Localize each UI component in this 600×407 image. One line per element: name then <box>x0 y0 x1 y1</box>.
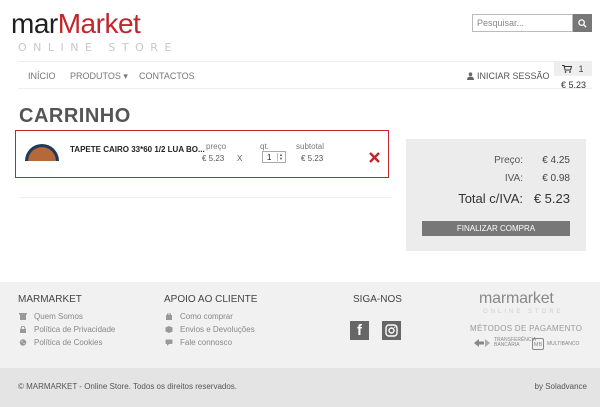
site-header: marMarket ONLINE STORE INÍCIO PRODUTOS ▾… <box>0 0 600 95</box>
site-footer: MARMARKET Quem Somos Política de Privaci… <box>0 282 600 368</box>
footer-link-cookies[interactable]: Política de Cookies <box>19 338 102 347</box>
login-link[interactable]: INICIAR SESSÃO <box>467 71 550 81</box>
summary-price-value: € 4.25 <box>542 155 570 166</box>
bank-transfer-label: TRANSFERÊNCIA BANCÁRIA <box>494 337 536 348</box>
search-button[interactable] <box>573 14 592 32</box>
footer-link-label: Fale connosco <box>180 338 233 347</box>
price-label: preço <box>206 142 227 151</box>
login-label: INICIAR SESSÃO <box>477 71 550 81</box>
nav-item-inicio[interactable]: INÍCIO <box>28 71 56 81</box>
footer-heading-apoio: APOIO AO CLIENTE <box>164 294 258 305</box>
footer-link-label: Como comprar <box>180 312 233 321</box>
footer-link-label: Política de Privacidade <box>34 325 116 334</box>
footer-link-fale-connosco[interactable]: Fale connosco <box>165 338 232 347</box>
item-subtotal: € 5.23 <box>301 154 324 163</box>
multiply-sign: X <box>237 154 243 163</box>
nav-item-contactos[interactable]: CONTACTOS <box>139 71 195 81</box>
order-summary: Preço: € 4.25 IVA: € 0.98 Total c/IVA: €… <box>406 139 586 251</box>
facebook-link[interactable]: f <box>350 321 369 340</box>
cookie-icon <box>19 339 27 346</box>
footer-link-label: Quem Somos <box>34 312 83 321</box>
bottom-bar: © MARMARKET - Online Store. Todos os dir… <box>0 368 600 407</box>
footer-link-privacidade[interactable]: Política de Privacidade <box>19 325 115 334</box>
payment-methods-heading: MÉTODOS DE PAGAMENTO <box>470 324 583 333</box>
page-title: CARRINHO <box>19 105 131 127</box>
logo-part1: mar <box>11 8 58 39</box>
cart-icon <box>562 65 573 73</box>
summary-price-label: Preço: <box>494 155 523 166</box>
main-nav: INÍCIO PRODUTOS ▾ CONTACTOS INICIAR SESS… <box>18 61 592 89</box>
cart-divider <box>19 197 391 198</box>
copyright-text: © MARMARKET - Online Store. Todos os dir… <box>18 382 238 391</box>
summary-vat-value: € 0.98 <box>542 173 570 184</box>
building-icon <box>19 313 27 320</box>
footer-heading-siga: SIGA-NOS <box>353 294 402 305</box>
cart-count: 1 <box>578 64 584 74</box>
subtotal-label: subtotal <box>296 142 325 151</box>
remove-item-button[interactable] <box>369 151 380 165</box>
svg-text:MB: MB <box>534 342 543 348</box>
instagram-icon <box>385 324 398 337</box>
search-icon <box>578 18 587 28</box>
search-form <box>472 14 592 32</box>
facebook-icon: f <box>357 322 362 339</box>
quantity-stepper[interactable]: 1 ▲ ▼ <box>262 151 286 163</box>
footer-heading-marmarket: MARMARKET <box>18 294 82 305</box>
user-icon <box>467 72 474 80</box>
footer-link-quem-somos[interactable]: Quem Somos <box>19 312 83 321</box>
footer-logo-tagline: ONLINE STORE <box>483 309 564 315</box>
bank-transfer-icon <box>474 339 490 347</box>
instagram-link[interactable] <box>382 321 401 340</box>
bag-icon <box>166 313 172 320</box>
multibanco-label: MULTIBANCO <box>547 341 580 347</box>
logo-part2: Market <box>57 8 141 39</box>
payment-bank-transfer: TRANSFERÊNCIA BANCÁRIA <box>473 337 536 348</box>
cart-widget-total: € 5.23 <box>561 80 587 90</box>
summary-total-value: € 5.23 <box>533 191 570 206</box>
qty-label: qt. <box>260 142 269 151</box>
footer-link-label: Política de Cookies <box>34 338 103 347</box>
footer-link-envios[interactable]: Envios e Devoluções <box>165 325 255 334</box>
product-thumbnail[interactable] <box>24 141 60 161</box>
chat-icon <box>165 339 173 346</box>
footer-logo: marmarket <box>479 290 554 307</box>
qty-spin-arrows[interactable]: ▲ ▼ <box>277 153 284 161</box>
item-price: € 5.23 <box>202 154 225 163</box>
search-input[interactable] <box>472 14 573 32</box>
multibanco-icon: MB <box>532 338 544 350</box>
lock-icon <box>20 326 26 333</box>
summary-total-label: Total c/IVA: <box>458 191 523 206</box>
footer-link-label: Envios e Devoluções <box>180 325 255 334</box>
qty-value: 1 <box>267 152 272 162</box>
logo-tagline: ONLINE STORE <box>18 41 178 54</box>
box-icon <box>165 326 173 333</box>
nav-item-produtos[interactable]: PRODUTOS ▾ <box>70 71 128 82</box>
cart-item-row: TAPETE CAIRO 33*60 1/2 LUA BO... preço €… <box>15 130 389 178</box>
close-icon <box>369 152 380 163</box>
footer-link-como-comprar[interactable]: Como comprar <box>165 312 233 321</box>
product-name[interactable]: TAPETE CAIRO 33*60 1/2 LUA BO... <box>70 145 205 154</box>
payment-multibanco: MB MULTIBANCO <box>532 338 579 350</box>
site-logo[interactable]: marMarket <box>11 8 141 39</box>
developer-credit-link[interactable]: by Soladvance <box>535 382 587 391</box>
summary-vat-label: IVA: <box>504 173 523 184</box>
checkout-button[interactable]: FINALIZAR COMPRA <box>422 221 570 236</box>
cart-widget[interactable]: 1 <box>554 62 592 76</box>
